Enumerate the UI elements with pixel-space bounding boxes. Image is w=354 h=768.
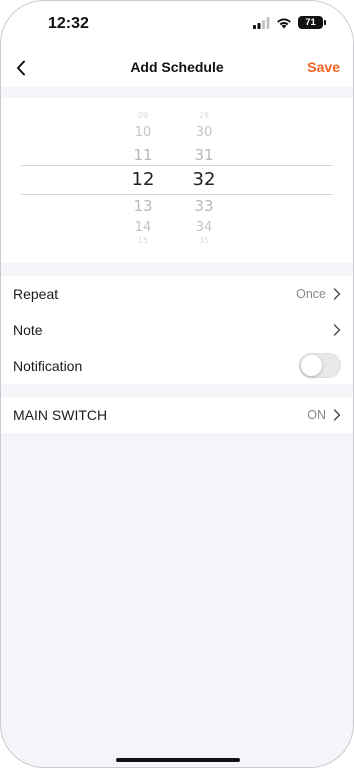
minute-option[interactable]: 29 [184, 112, 224, 120]
page-title: Add Schedule [130, 59, 224, 75]
minute-option[interactable]: 31 [184, 146, 224, 164]
status-time: 12:32 [48, 15, 89, 32]
wifi-icon [277, 17, 291, 28]
device-card: MAIN SWITCH ON [1, 397, 353, 433]
note-row[interactable]: Note [1, 312, 353, 348]
chevron-right-icon [333, 288, 341, 300]
notification-row: Notification [1, 348, 353, 384]
repeat-row[interactable]: Repeat Once [1, 276, 353, 312]
status-icons: 71 [253, 16, 326, 29]
toggle-knob [301, 355, 322, 376]
battery-cap [324, 20, 326, 25]
hour-option[interactable]: 09 [123, 112, 163, 120]
chevron-right-icon [333, 324, 341, 336]
main-switch-row[interactable]: MAIN SWITCH ON [1, 397, 353, 433]
cellular-signal-icon [253, 16, 270, 29]
minute-wheel[interactable]: 29 30 31 32 33 34 35 [184, 98, 224, 263]
hour-wheel[interactable]: 09 10 11 12 13 14 15 [123, 98, 163, 263]
hour-option[interactable]: 15 [123, 237, 163, 245]
hour-option[interactable]: 13 [123, 197, 163, 215]
minute-option[interactable]: 30 [184, 125, 224, 141]
settings-card: Repeat Once Note Notification [1, 276, 353, 384]
phone-screen: 12:32 71 Add Schedule Save 09 10 11 12 1… [0, 0, 354, 768]
notification-toggle[interactable] [299, 353, 341, 378]
battery-icon: 71 [298, 16, 326, 29]
note-label: Note [13, 322, 43, 338]
battery-level: 71 [305, 17, 316, 28]
hour-option[interactable]: 11 [123, 146, 163, 164]
notification-label: Notification [13, 358, 83, 374]
minute-option[interactable]: 34 [184, 220, 224, 236]
main-switch-label: MAIN SWITCH [13, 407, 108, 423]
save-button[interactable]: Save [307, 59, 340, 75]
hour-option[interactable]: 10 [123, 125, 163, 141]
navigation-bar: Add Schedule Save [1, 51, 353, 85]
time-picker: 09 10 11 12 13 14 15 29 30 31 32 33 34 35 [1, 98, 353, 263]
picker-selection-line-top [21, 165, 333, 166]
status-bar: 12:32 71 [1, 1, 353, 45]
minute-option[interactable]: 35 [184, 237, 224, 245]
picker-selection-line-bottom [21, 194, 333, 195]
main-switch-value: ON [307, 408, 326, 422]
home-indicator [116, 758, 240, 762]
minute-option-selected[interactable]: 32 [184, 169, 224, 191]
repeat-value: Once [296, 287, 326, 301]
minute-option[interactable]: 33 [184, 197, 224, 215]
chevron-right-icon [333, 409, 341, 421]
repeat-label: Repeat [13, 286, 59, 302]
hour-option-selected[interactable]: 12 [123, 169, 163, 191]
hour-option[interactable]: 14 [123, 220, 163, 236]
